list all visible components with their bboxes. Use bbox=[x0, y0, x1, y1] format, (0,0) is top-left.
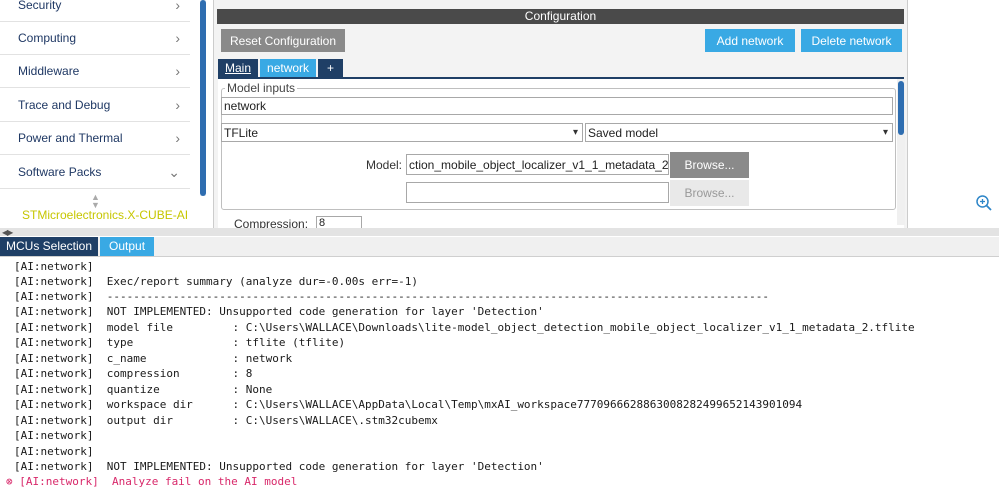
reset-configuration-button[interactable]: Reset Configuration bbox=[221, 29, 345, 52]
console-line: [AI:network] c_name : network bbox=[14, 352, 293, 365]
console-line: [AI:network] NOT IMPLEMENTED: Unsupporte… bbox=[14, 460, 544, 473]
console-line: [AI:network] compression : 8 bbox=[14, 367, 253, 380]
console-line: [AI:network] NOT IMPLEMENTED: Unsupporte… bbox=[14, 305, 544, 318]
console-line: [AI:network] ---------------------------… bbox=[14, 290, 769, 303]
add-network-button[interactable]: Add network bbox=[705, 29, 795, 52]
pane-splitter[interactable] bbox=[0, 228, 999, 236]
category-software-packs[interactable]: Software Packs ⌄ bbox=[0, 156, 190, 189]
console-line: [AI:network] output dir : C:\Users\WALLA… bbox=[14, 414, 438, 427]
chevron-right-icon: › bbox=[175, 130, 180, 146]
chevron-right-icon: › bbox=[175, 63, 180, 79]
category-computing[interactable]: Computing › bbox=[0, 22, 190, 55]
configuration-title: Configuration bbox=[217, 9, 904, 24]
console-line: [AI:network] model file : C:\Users\WALLA… bbox=[14, 321, 915, 334]
model-type-select[interactable]: Saved model ▾ bbox=[585, 123, 893, 142]
console-line: [AI:network] workspace dir : C:\Users\WA… bbox=[14, 398, 803, 411]
tab-add[interactable]: + bbox=[318, 59, 344, 77]
browse-button-disabled[interactable]: Browse... bbox=[670, 180, 749, 206]
model-type-value: Saved model bbox=[588, 125, 659, 140]
chevron-down-icon: ▾ bbox=[882, 127, 888, 138]
framework-select[interactable]: TFLite ▾ bbox=[221, 123, 583, 142]
second-path-input[interactable] bbox=[406, 182, 669, 203]
category-label: Software Packs bbox=[18, 165, 102, 179]
config-scrollbar[interactable] bbox=[897, 79, 905, 225]
tab-network[interactable]: network bbox=[260, 59, 317, 77]
console-line: [AI:network] type : tflite (tflite) bbox=[14, 336, 346, 349]
tab-mcus-selection[interactable]: MCUs Selection bbox=[0, 237, 99, 256]
scrollbar-thumb[interactable] bbox=[898, 81, 904, 135]
category-label: Middleware bbox=[18, 64, 80, 78]
model-path-input[interactable]: ction_mobile_object_localizer_v1_1_metad… bbox=[406, 154, 669, 175]
console-line: [AI:network] bbox=[14, 445, 94, 458]
sort-icon[interactable]: ▲ ▼ bbox=[91, 193, 100, 210]
sidebar-scrollbar[interactable] bbox=[200, 0, 206, 196]
category-middleware[interactable]: Middleware › bbox=[0, 55, 190, 88]
top-pane: Security › Computing › Middleware › Trac… bbox=[0, 0, 999, 231]
bottom-tabs: MCUs Selection Output bbox=[0, 237, 999, 257]
chevron-down-icon: ▾ bbox=[572, 127, 578, 138]
tab-main[interactable]: Main bbox=[218, 59, 259, 77]
scrollbar-thumb[interactable] bbox=[200, 0, 206, 196]
software-pack-item[interactable]: STMicroelectronics.X-CUBE-AI. bbox=[22, 208, 187, 222]
category-label: Trace and Debug bbox=[18, 98, 111, 112]
chevron-right-icon: › bbox=[175, 30, 180, 46]
console-line: [AI:network] bbox=[14, 429, 94, 442]
compression-input[interactable]: 8 bbox=[316, 216, 362, 229]
category-power-thermal[interactable]: Power and Thermal › bbox=[0, 122, 190, 155]
output-console: [AI:network] [AI:network] Exec/report su… bbox=[0, 257, 999, 502]
category-trace-debug[interactable]: Trace and Debug › bbox=[0, 89, 190, 122]
error-line: ⊗ [AI:network] Analyze fail on the AI mo… bbox=[6, 475, 298, 488]
console-line: [AI:network] quantize : None bbox=[14, 383, 273, 396]
category-security[interactable]: Security › bbox=[0, 0, 190, 22]
categories-panel: Security › Computing › Middleware › Trac… bbox=[0, 0, 200, 228]
browse-button[interactable]: Browse... bbox=[670, 152, 749, 178]
network-name-input[interactable]: network bbox=[221, 97, 893, 115]
chevron-down-icon: ⌄ bbox=[168, 163, 180, 180]
category-label: Computing bbox=[18, 31, 77, 45]
chevron-right-icon: › bbox=[175, 0, 180, 13]
model-inputs-legend: Model inputs bbox=[225, 81, 298, 95]
category-label: Power and Thermal bbox=[18, 131, 123, 145]
zoom-in-icon[interactable] bbox=[975, 194, 993, 212]
model-label: Model: bbox=[366, 158, 403, 172]
console-line: [AI:network] Exec/report summary (analyz… bbox=[14, 275, 418, 288]
delete-network-button[interactable]: Delete network bbox=[801, 29, 902, 52]
category-label: Security bbox=[18, 0, 62, 12]
console-line: [AI:network] bbox=[14, 260, 94, 273]
tab-output[interactable]: Output bbox=[100, 237, 155, 256]
framework-value: TFLite bbox=[224, 125, 259, 140]
collapse-arrows-icon[interactable]: ◀▶ bbox=[2, 228, 13, 237]
chevron-right-icon: › bbox=[175, 97, 180, 113]
network-tabs: Main network + bbox=[218, 59, 345, 77]
